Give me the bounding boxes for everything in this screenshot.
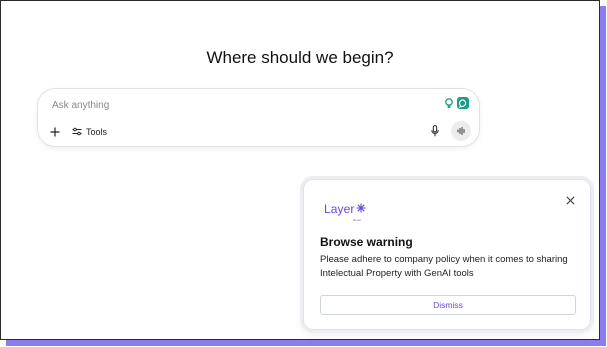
chat-bubble-icon[interactable] [457, 97, 469, 109]
sliders-icon [72, 127, 82, 138]
browser-frame: Where should we begin? Ask anything Tool… [0, 0, 600, 340]
prompt-composer: Tools [37, 88, 480, 147]
close-icon[interactable] [564, 194, 576, 206]
extension-icons [443, 97, 469, 109]
voice-waveform-icon [457, 122, 466, 140]
lightbulb-icon[interactable] [443, 97, 455, 109]
browse-warning-popup: Layer Demo Browse warning Please adhere … [303, 179, 591, 330]
dismiss-button[interactable]: Dismiss [320, 295, 576, 315]
prompt-input[interactable] [50, 96, 432, 114]
logo-text: Layer [324, 202, 355, 216]
composer-toolbar-left: Tools [48, 125, 107, 139]
microphone-icon[interactable] [429, 124, 441, 138]
page-heading: Where should we begin? [206, 48, 394, 67]
layer-logo: Layer Demo [324, 202, 366, 222]
tools-label: Tools [86, 127, 108, 137]
popup-message: Please adhere to company policy when it … [320, 254, 568, 279]
popup-title: Browse warning [320, 235, 413, 249]
composer-toolbar-right [429, 121, 471, 141]
tools-button[interactable]: Tools [72, 127, 107, 138]
voice-mode-button[interactable] [451, 121, 471, 141]
logo-subtext: Demo [353, 218, 362, 222]
plus-icon[interactable] [48, 125, 62, 139]
asterisk-icon [356, 202, 366, 216]
